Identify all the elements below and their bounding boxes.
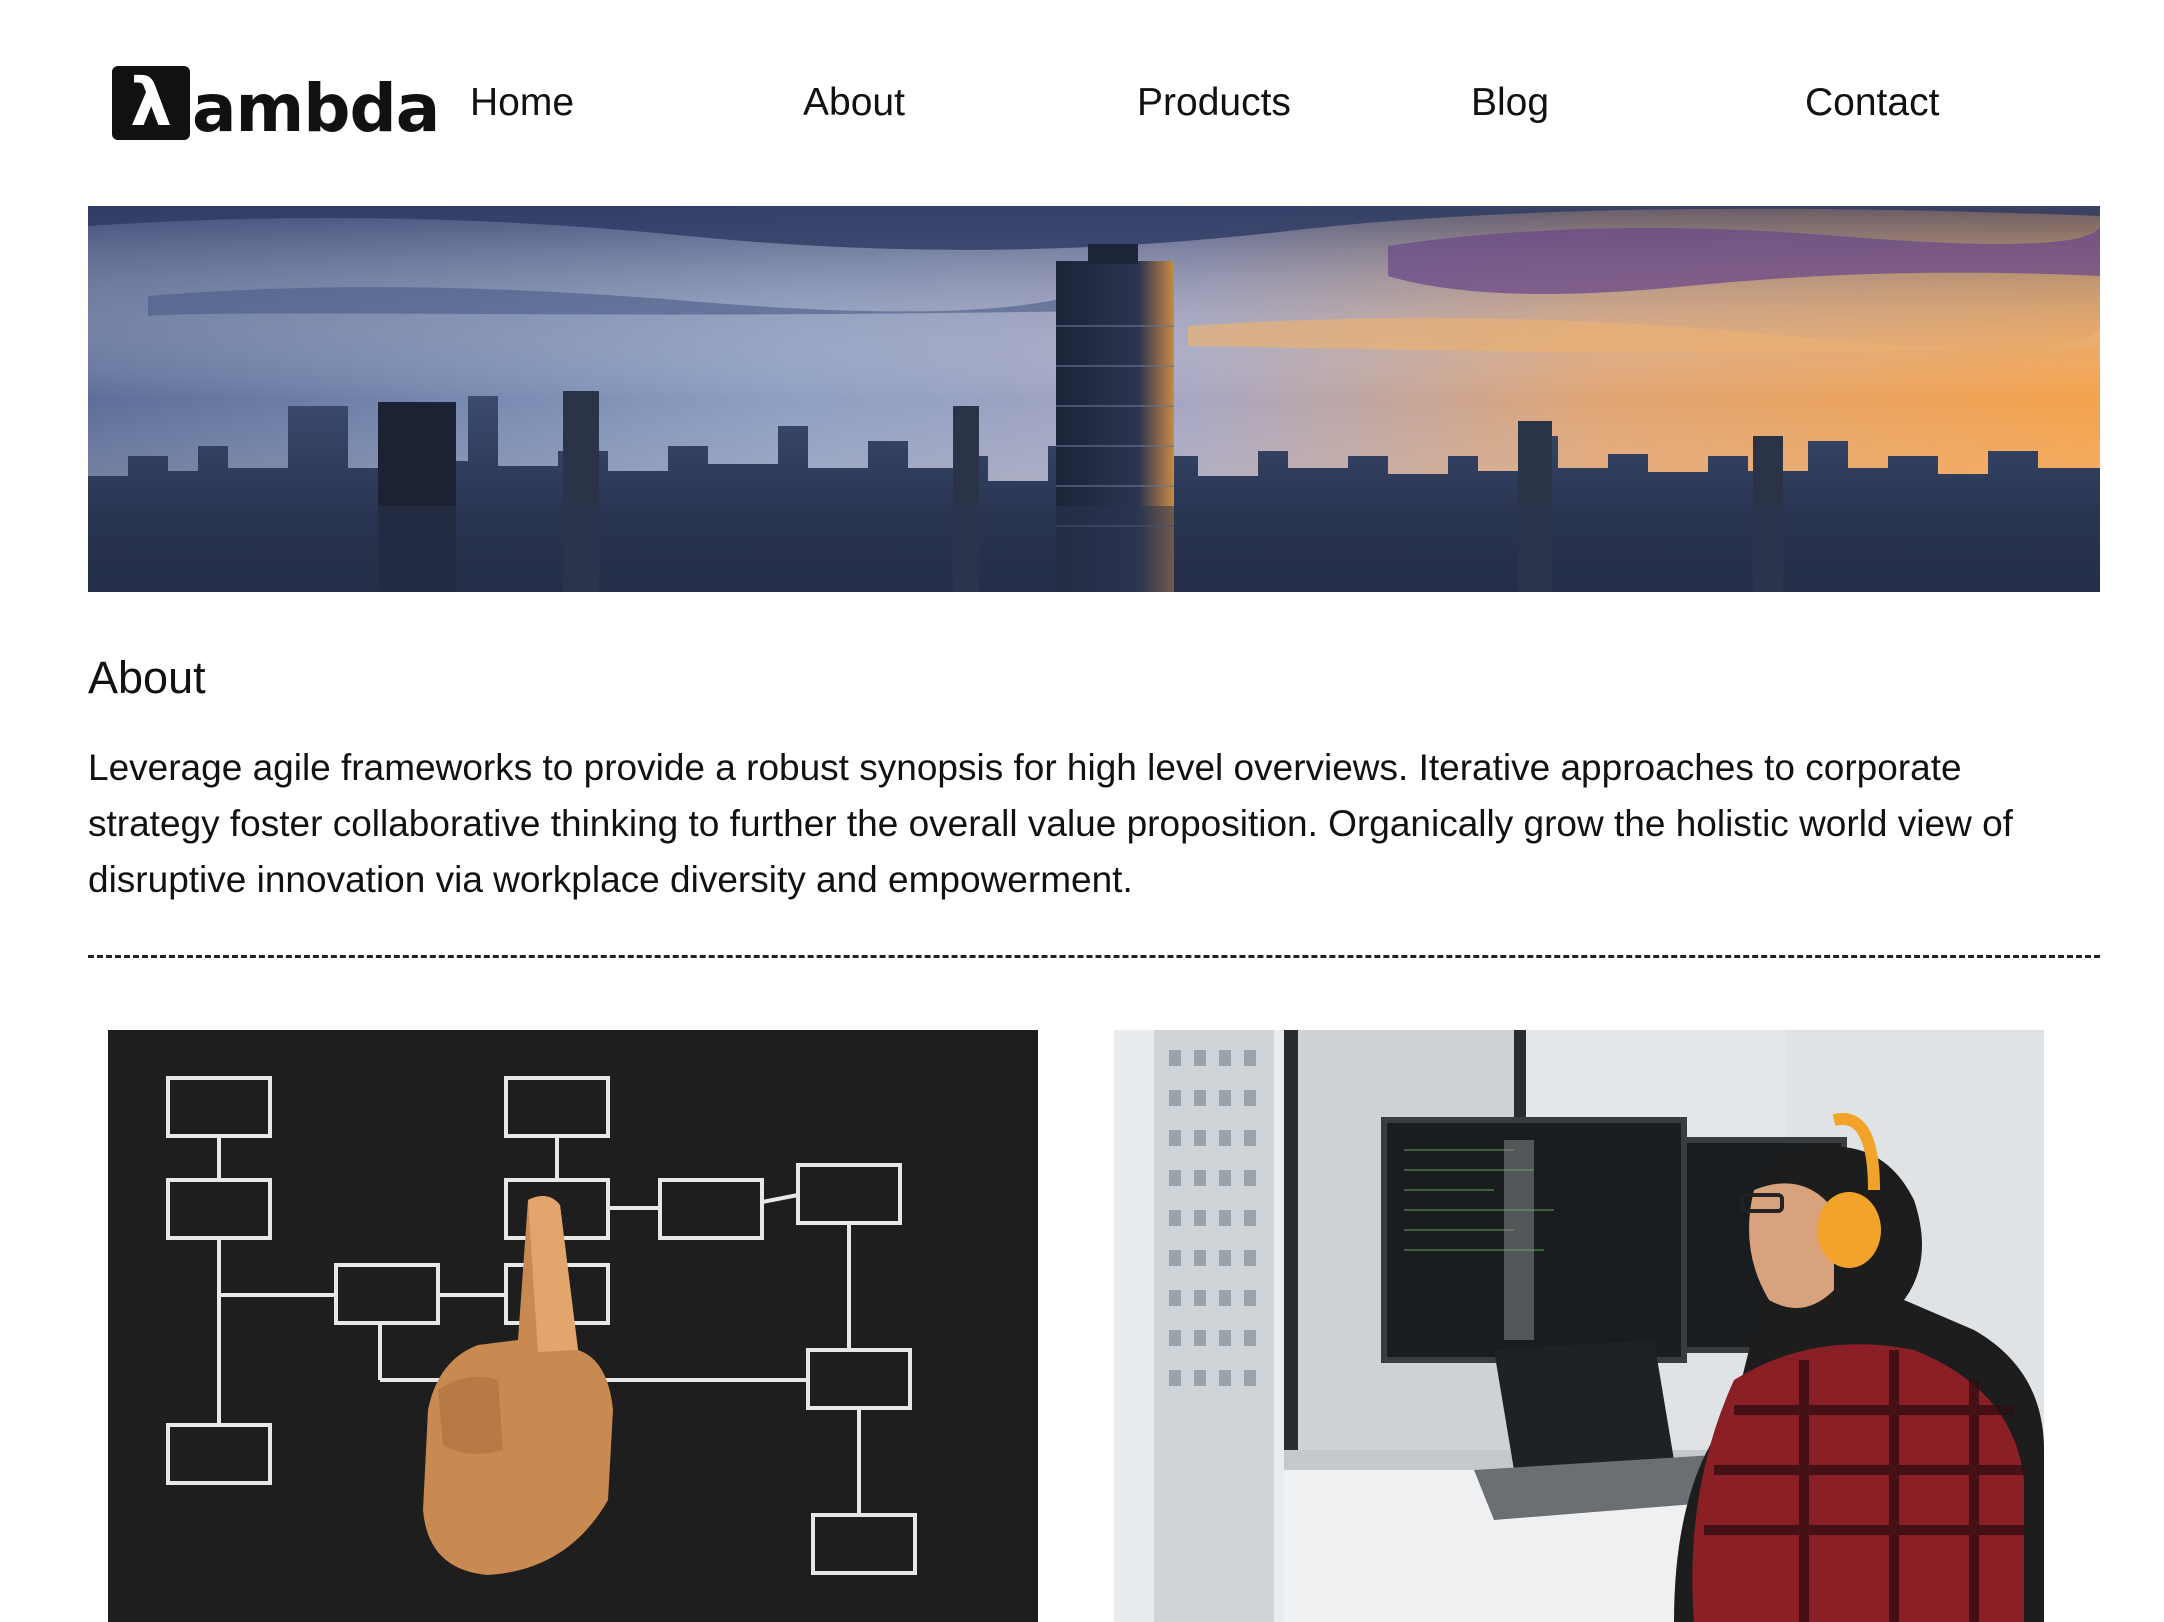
city-skyline-image bbox=[88, 206, 2100, 592]
nav-link-blog[interactable]: Blog bbox=[1471, 78, 1549, 128]
about-text: Leverage agile frameworks to provide a r… bbox=[88, 747, 2013, 900]
about-heading: About bbox=[88, 652, 206, 703]
section-divider bbox=[88, 955, 2100, 958]
logo-wordmark: ambda bbox=[192, 70, 440, 147]
image-card-flowchart bbox=[108, 1030, 1038, 1622]
site-logo[interactable]: λ ambda bbox=[112, 64, 440, 147]
lambda-logo-icon: λ bbox=[112, 66, 190, 140]
nav-link-contact[interactable]: Contact bbox=[1805, 78, 1939, 128]
site-header: λ ambda Home About Products Blog Contact bbox=[0, 0, 2164, 200]
image-card-developer bbox=[1114, 1030, 2044, 1622]
developer-at-computer-image bbox=[1114, 1030, 2044, 1622]
nav-link-about[interactable]: About bbox=[803, 78, 905, 128]
flowchart-chalkboard-image bbox=[108, 1030, 1038, 1622]
page: λ ambda Home About Products Blog Contact bbox=[0, 0, 2164, 1622]
nav-link-products[interactable]: Products bbox=[1137, 78, 1291, 128]
hero-banner bbox=[88, 206, 2100, 592]
nav-link-home[interactable]: Home bbox=[470, 78, 574, 128]
